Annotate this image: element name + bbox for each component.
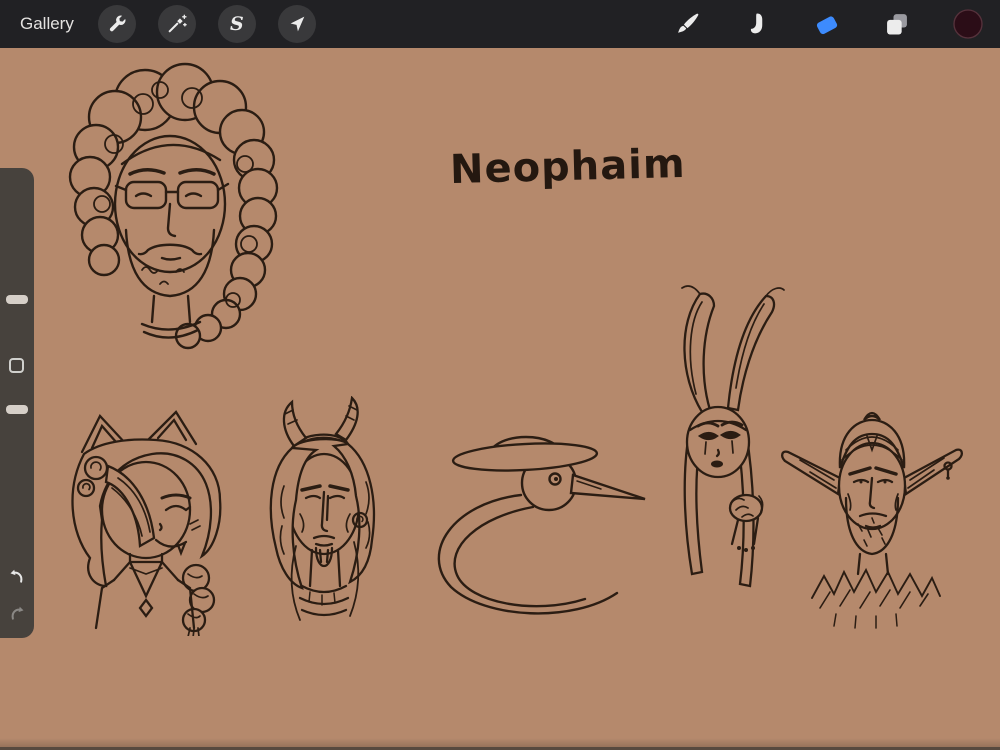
left-tool-group: S	[97, 5, 316, 43]
color-swatch	[953, 9, 983, 39]
sketch-cat-eared-girl	[71, 410, 222, 636]
undo-icon	[10, 569, 23, 583]
paint-tool-button[interactable]	[674, 10, 702, 38]
redo-button[interactable]	[6, 604, 28, 629]
sketch-heron-wearing-hat	[437, 435, 646, 615]
smudge-finger-icon	[750, 13, 763, 34]
selection-s-icon: S	[229, 12, 244, 35]
magic-wand-icon	[168, 14, 187, 33]
top-toolbar: Gallery S	[0, 0, 1000, 48]
drawing-canvas[interactable]: Neophaim	[0, 48, 1000, 750]
adjustments-button[interactable]	[157, 5, 196, 43]
actions-button[interactable]	[97, 5, 136, 43]
sketch-rabbit-eared-viera	[681, 285, 785, 588]
right-tool-group	[674, 8, 984, 40]
undo-button[interactable]	[6, 567, 28, 592]
paintbrush-icon	[678, 13, 699, 33]
layers-icon	[887, 14, 907, 35]
sketch-elf-man	[781, 411, 963, 629]
opacity-slider[interactable]	[6, 405, 28, 414]
eraser-icon	[816, 16, 838, 35]
sketch-curly-haired-man-portrait	[68, 62, 279, 350]
sketch-horned-man	[269, 396, 376, 621]
selection-button[interactable]: S	[217, 5, 256, 43]
transform-button[interactable]	[277, 5, 316, 43]
gallery-button[interactable]: Gallery	[20, 14, 74, 34]
wrench-icon	[109, 15, 126, 32]
redo-icon	[11, 606, 24, 620]
smudge-tool-button[interactable]	[743, 10, 771, 38]
transform-arrow-icon	[290, 16, 305, 32]
modify-button[interactable]	[9, 358, 24, 373]
sidebar-controls	[0, 168, 34, 638]
color-button[interactable]	[952, 8, 984, 40]
canvas-title-text: Neophaim	[449, 140, 687, 194]
brush-size-slider[interactable]	[6, 295, 28, 304]
layers-button[interactable]	[883, 10, 911, 38]
eraser-tool-button[interactable]	[812, 9, 842, 39]
